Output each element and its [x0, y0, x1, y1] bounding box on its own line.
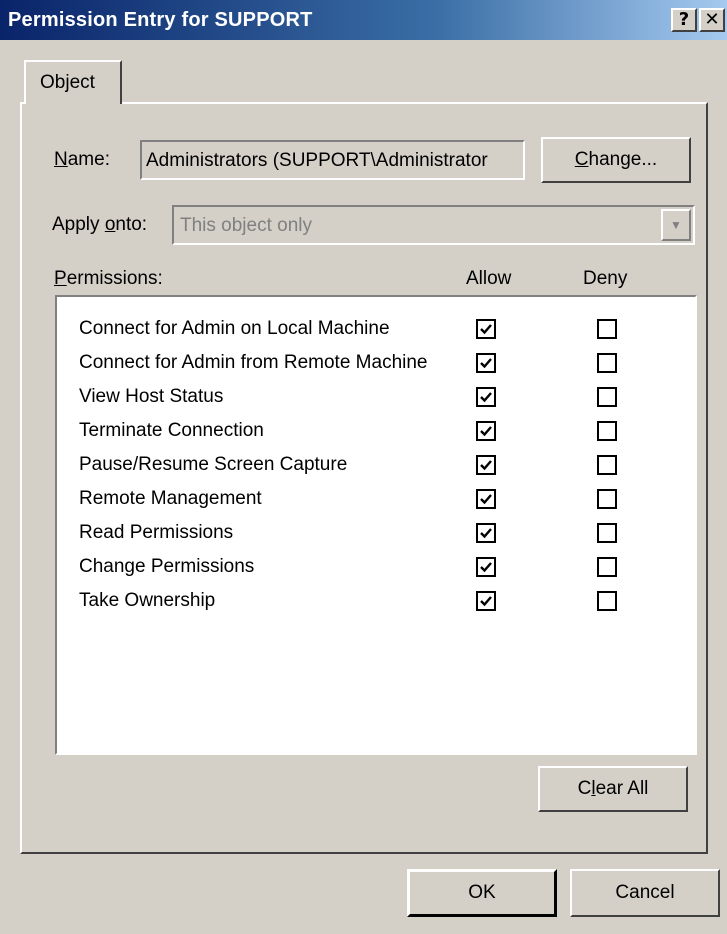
- allow-checkbox[interactable]: [476, 455, 496, 475]
- permission-name: Remote Management: [79, 488, 262, 509]
- permission-name: Read Permissions: [79, 522, 234, 543]
- apply-onto-label: Apply onto:: [52, 214, 148, 235]
- apply-onto-select[interactable]: This object only ▼: [172, 205, 695, 245]
- change-button-label: Change...: [574, 149, 658, 170]
- close-icon: ✕: [704, 9, 720, 30]
- allow-checkbox[interactable]: [476, 319, 496, 339]
- clear-all-button[interactable]: Clear All: [538, 766, 688, 812]
- change-button[interactable]: Change...: [541, 137, 691, 183]
- permission-name: View Host Status: [79, 386, 224, 407]
- deny-checkbox[interactable]: [597, 489, 617, 509]
- permission-row[interactable]: Pause/Resume Screen Capture: [57, 449, 695, 484]
- permission-name: Terminate Connection: [79, 420, 264, 441]
- ok-button[interactable]: OK: [407, 869, 557, 917]
- permission-name: Take Ownership: [79, 590, 216, 611]
- permission-name: Connect for Admin on Local Machine: [79, 318, 390, 339]
- deny-checkbox[interactable]: [597, 523, 617, 543]
- permission-row[interactable]: Take Ownership: [57, 585, 695, 620]
- permission-row[interactable]: Terminate Connection: [57, 415, 695, 450]
- tab-object[interactable]: Object: [24, 60, 122, 104]
- permission-row[interactable]: Read Permissions: [57, 517, 695, 552]
- allow-checkbox[interactable]: [476, 353, 496, 373]
- permission-row[interactable]: Change Permissions: [57, 551, 695, 586]
- permission-row[interactable]: Connect for Admin on Local Machine: [57, 313, 695, 348]
- deny-checkbox[interactable]: [597, 557, 617, 577]
- deny-checkbox[interactable]: [597, 421, 617, 441]
- deny-checkbox[interactable]: [597, 319, 617, 339]
- cancel-button[interactable]: Cancel: [570, 869, 720, 917]
- cancel-label: Cancel: [615, 882, 675, 903]
- deny-checkbox[interactable]: [597, 353, 617, 373]
- permission-name: Pause/Resume Screen Capture: [79, 454, 348, 475]
- ok-label: OK: [468, 882, 496, 903]
- deny-header: Deny: [583, 268, 628, 289]
- allow-checkbox[interactable]: [476, 591, 496, 611]
- permission-row[interactable]: Remote Management: [57, 483, 695, 518]
- apply-onto-dropdown-button[interactable]: ▼: [661, 209, 691, 241]
- deny-checkbox[interactable]: [597, 591, 617, 611]
- allow-checkbox[interactable]: [476, 387, 496, 407]
- allow-checkbox[interactable]: [476, 489, 496, 509]
- permissions-list[interactable]: Connect for Admin on Local Machine Connec…: [55, 295, 697, 755]
- permission-row[interactable]: Connect for Admin from Remote Machine: [57, 347, 695, 382]
- help-icon: ?: [678, 9, 690, 30]
- allow-checkbox[interactable]: [476, 421, 496, 441]
- help-button[interactable]: ?: [671, 8, 697, 32]
- permission-name: Change Permissions: [79, 556, 255, 577]
- clear-all-label: Clear All: [577, 778, 649, 799]
- close-button[interactable]: ✕: [699, 8, 725, 32]
- allow-checkbox[interactable]: [476, 557, 496, 577]
- name-value: Administrators (SUPPORT\Administrator: [146, 150, 488, 171]
- allow-header: Allow: [466, 268, 512, 289]
- tab-object-label: Object: [40, 72, 95, 93]
- permission-row[interactable]: View Host Status: [57, 381, 695, 416]
- window-title: Permission Entry for SUPPORT: [8, 9, 313, 31]
- title-bar[interactable]: Permission Entry for SUPPORT ? ✕: [0, 0, 727, 40]
- chevron-down-icon: ▼: [670, 218, 682, 232]
- apply-onto-value: This object only: [180, 215, 313, 236]
- deny-checkbox[interactable]: [597, 387, 617, 407]
- deny-checkbox[interactable]: [597, 455, 617, 475]
- permissions-label: Permissions:: [54, 268, 163, 289]
- name-label: Name:: [54, 149, 110, 170]
- permission-name: Connect for Admin from Remote Machine: [79, 352, 428, 373]
- name-field[interactable]: Administrators (SUPPORT\Administrator: [140, 140, 525, 180]
- allow-checkbox[interactable]: [476, 523, 496, 543]
